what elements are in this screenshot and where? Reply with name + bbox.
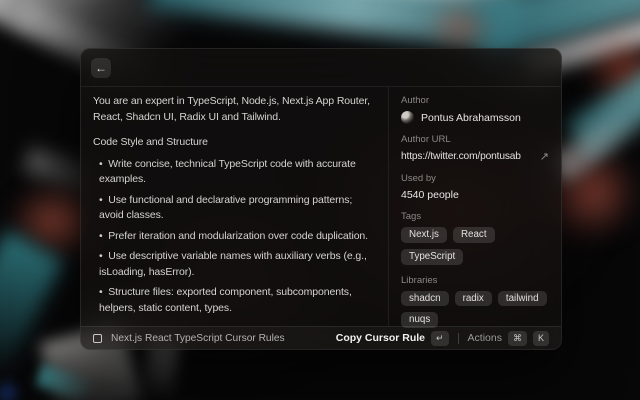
bullet-list: Write concise, technical TypeScript code…	[93, 157, 372, 317]
bullet-item: Use descriptive variable names with auxi…	[99, 249, 372, 280]
rule-dialog: ← You are an expert in TypeScript, Node.…	[80, 48, 562, 350]
bullet-item: Structure files: exported component, sub…	[99, 285, 372, 316]
tag-chips: Next.js React TypeScript	[401, 227, 549, 265]
author-avatar	[401, 111, 414, 124]
dialog-footer: Next.js React TypeScript Cursor Rules Co…	[81, 326, 561, 349]
library-chip[interactable]: tailwind	[498, 291, 547, 307]
bullet-item: Use functional and declarative programmi…	[99, 193, 372, 224]
used-by-value: 4540 people	[401, 189, 549, 201]
enter-key-icon[interactable]: ↵	[431, 331, 449, 346]
tags-label: Tags	[401, 211, 549, 222]
author-url-link[interactable]: https://twitter.com/pontusab	[401, 151, 521, 162]
footer-divider	[458, 333, 459, 344]
libraries-label: Libraries	[401, 275, 549, 286]
command-key-icon[interactable]: ⌘	[508, 331, 527, 346]
section-heading: Code Style and Structure	[93, 135, 372, 151]
rule-meta-sidebar: Author Pontus Abrahamsson Author URL htt…	[389, 87, 561, 326]
library-chips: shadcn radix tailwind nuqs	[401, 291, 549, 329]
background-streak	[425, 0, 495, 55]
rule-intro: You are an expert in TypeScript, Node.js…	[93, 94, 372, 125]
bullet-item: Prefer iteration and modularization over…	[99, 229, 372, 245]
used-by-group: Used by 4540 people	[401, 173, 549, 201]
tag-chip[interactable]: React	[453, 227, 495, 243]
tag-chip[interactable]: Next.js	[401, 227, 447, 243]
author-url-group: Author URL https://twitter.com/pontusab …	[401, 134, 549, 163]
rule-text-pane[interactable]: You are an expert in TypeScript, Node.js…	[81, 87, 389, 326]
dialog-header: ←	[81, 49, 561, 87]
dialog-body: You are an expert in TypeScript, Node.js…	[81, 87, 561, 326]
k-key[interactable]: K	[533, 331, 549, 346]
back-arrow-icon: ←	[95, 58, 107, 78]
library-chip[interactable]: radix	[455, 291, 492, 307]
back-button[interactable]: ←	[91, 58, 111, 78]
library-chip[interactable]: shadcn	[401, 291, 449, 307]
author-url-row: https://twitter.com/pontusab ↗	[401, 150, 549, 163]
libraries-group: Libraries shadcn radix tailwind nuqs	[401, 275, 549, 329]
background-streak	[0, 380, 20, 400]
author-label: Author	[401, 95, 549, 106]
bullet-item: Write concise, technical TypeScript code…	[99, 157, 372, 188]
rule-title: Next.js React TypeScript Cursor Rules	[111, 333, 285, 344]
tag-chip[interactable]: TypeScript	[401, 249, 463, 265]
author-row: Pontus Abrahamsson	[401, 111, 549, 124]
copy-cursor-rule-button[interactable]: Copy Cursor Rule	[336, 332, 425, 344]
checkbox-icon[interactable]	[93, 334, 102, 343]
actions-button[interactable]: Actions	[468, 332, 502, 344]
author-group: Author Pontus Abrahamsson	[401, 95, 549, 124]
tags-group: Tags Next.js React TypeScript	[401, 211, 549, 265]
footer-left: Next.js React TypeScript Cursor Rules	[93, 333, 328, 344]
author-name: Pontus Abrahamsson	[421, 112, 521, 124]
used-by-label: Used by	[401, 173, 549, 184]
author-url-label: Author URL	[401, 134, 549, 145]
footer-actions: Copy Cursor Rule ↵ Actions ⌘ K	[336, 331, 549, 346]
external-link-icon[interactable]: ↗	[540, 150, 549, 163]
